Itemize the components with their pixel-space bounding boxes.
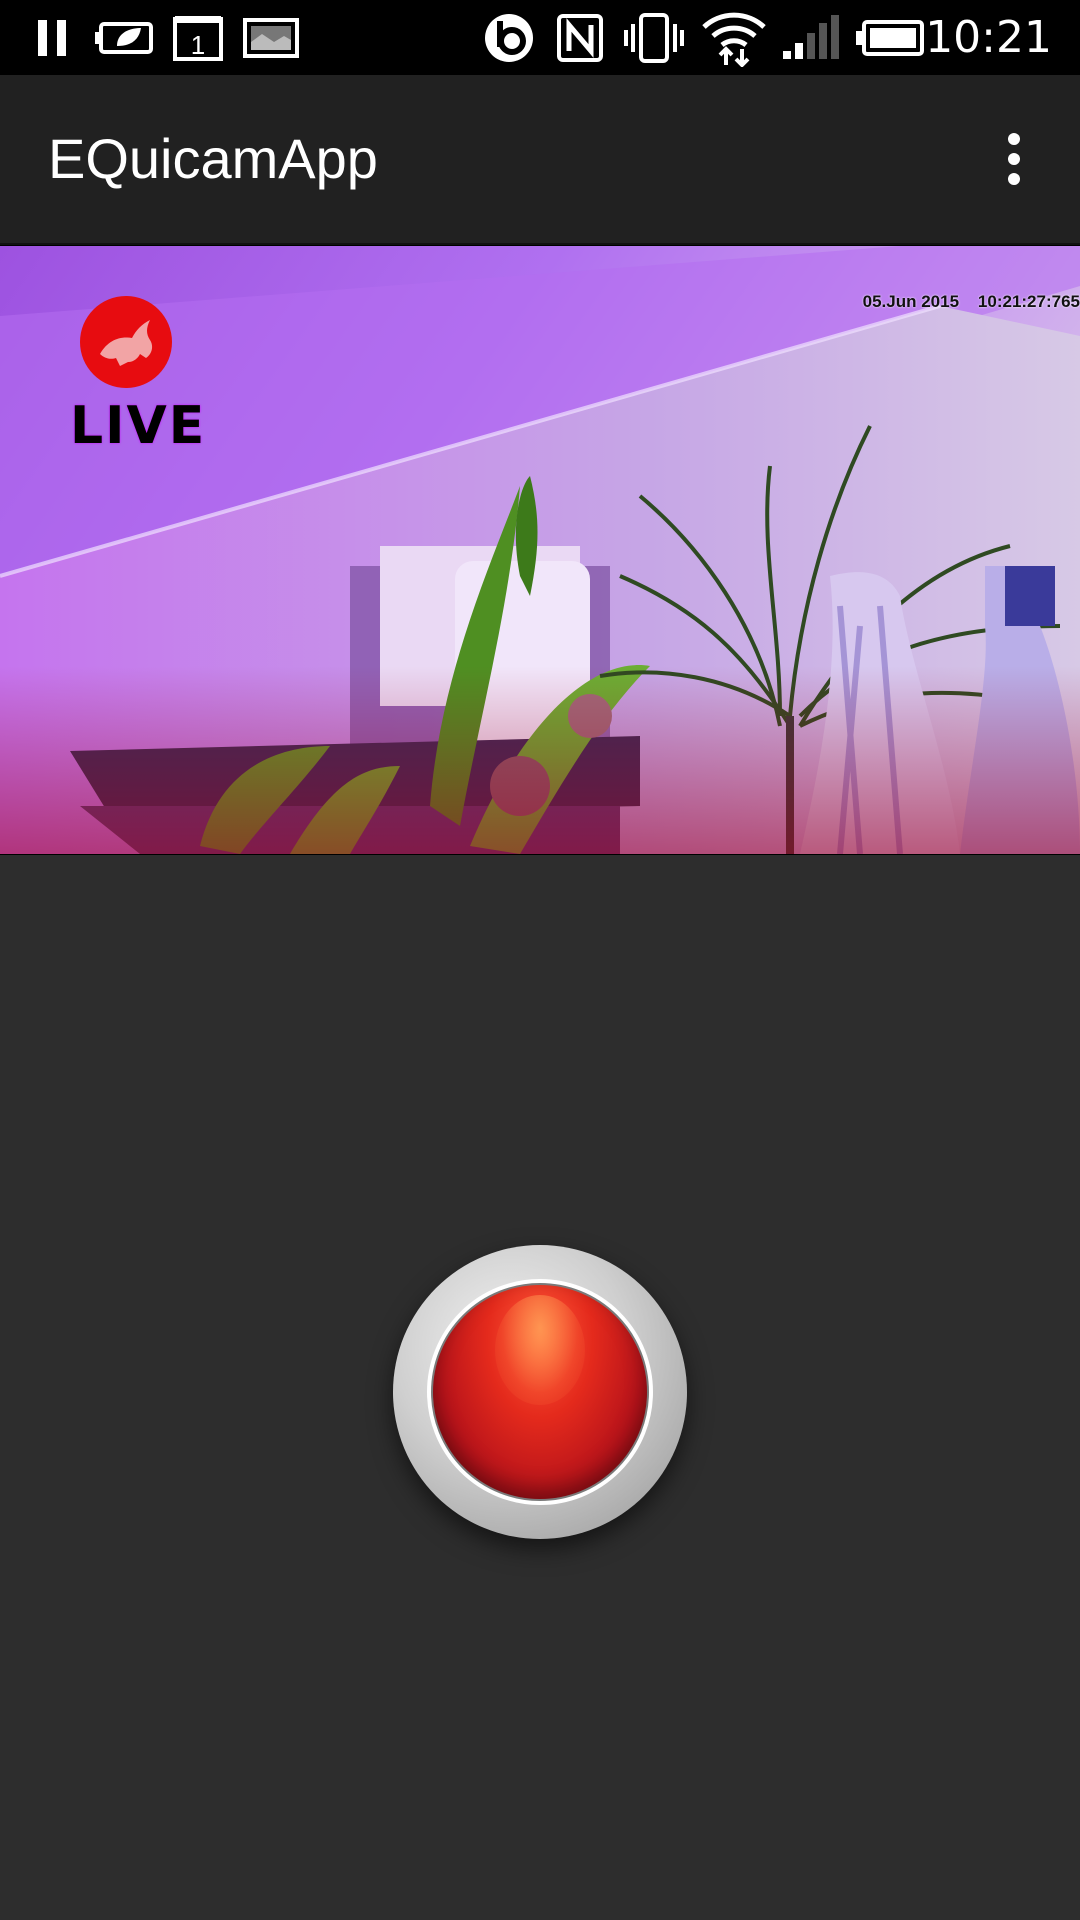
calendar-icon: 1 (172, 12, 224, 64)
live-label: LIVE (70, 396, 207, 456)
camera-feed: LIVE 05.Jun 2015 10:21:27:765 (0, 245, 1080, 855)
vibrate-icon (622, 12, 686, 64)
record-button-core (433, 1285, 647, 1499)
signal-icon (780, 12, 840, 64)
record-button-highlight (495, 1295, 585, 1405)
nfc-icon (555, 12, 605, 64)
status-bar: 1 10:21 (0, 0, 1080, 75)
gallery-icon (242, 12, 300, 64)
camera-timestamp: 05.Jun 2015 10:21:27:765 (862, 292, 1080, 311)
wifi-icon (700, 12, 768, 67)
record-button[interactable] (393, 1245, 687, 1539)
horse-logo (80, 296, 172, 388)
live-badge: LIVE (70, 296, 204, 456)
app-title: EQuicamApp (48, 127, 378, 190)
status-time: 10:21 (925, 12, 1052, 63)
app-bar: EQuicamApp (0, 75, 1080, 245)
more-vert-icon[interactable] (978, 123, 1050, 195)
pause-icon (34, 12, 70, 64)
battery-icon (856, 12, 926, 64)
beats-audio-icon (482, 12, 536, 64)
battery-saver-leaf-icon (95, 12, 157, 64)
calendar-day: 1 (191, 30, 205, 60)
